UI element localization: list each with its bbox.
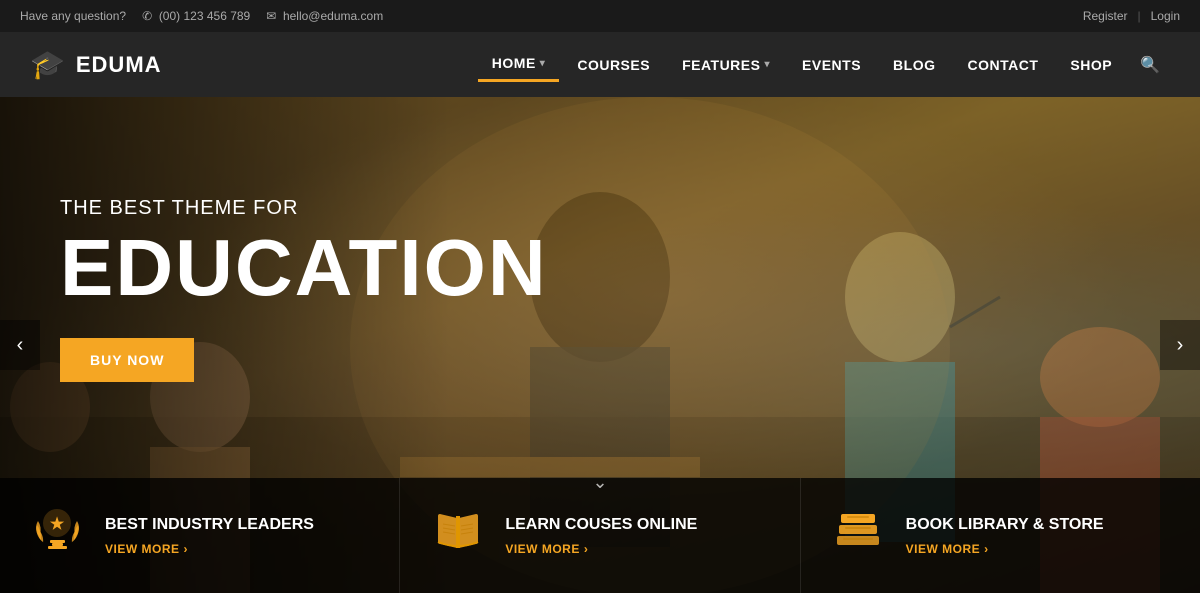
card-library-link[interactable]: VIEW MORE ›	[906, 542, 1104, 556]
main-nav: HOME ▾ COURSES FEATURES ▾ EVENTS BLOG CO…	[478, 47, 1170, 83]
hero-subtitle: THE BEST THEME FOR	[60, 197, 548, 220]
phone-number: (00) 123 456 789	[159, 9, 250, 23]
divider: |	[1138, 9, 1141, 23]
nav-item-contact[interactable]: CONTACT	[953, 49, 1052, 81]
card-industry-link[interactable]: VIEW MORE ›	[105, 542, 314, 556]
card-industry-text: BEST INDUSTRY LEADERS VIEW MORE ›	[105, 515, 314, 556]
email-icon	[266, 9, 276, 23]
card-courses-link[interactable]: VIEW MORE ›	[505, 542, 697, 556]
top-bar-left: Have any question? (00) 123 456 789 hell…	[20, 9, 383, 23]
question-label: Have any question?	[20, 9, 126, 23]
card-library[interactable]: BOOK LIBRARY & STORE VIEW MORE ›	[801, 478, 1200, 593]
search-icon[interactable]: 🔍	[1130, 47, 1170, 83]
card-courses-text: LEARN COUSES ONLINE VIEW MORE ›	[505, 515, 697, 556]
nav-item-events[interactable]: EVENTS	[788, 49, 875, 81]
library-icon	[831, 506, 886, 566]
nav-item-courses[interactable]: COURSES	[563, 49, 664, 81]
award-icon: ★	[30, 503, 85, 568]
logo-text: EDUMA	[76, 52, 162, 78]
home-chevron: ▾	[540, 58, 546, 69]
book-icon	[430, 506, 485, 566]
email-address: hello@eduma.com	[283, 9, 383, 23]
phone-icon	[142, 9, 152, 23]
register-link[interactable]: Register	[1083, 9, 1128, 23]
login-link[interactable]: Login	[1151, 9, 1180, 23]
svg-text:★: ★	[50, 516, 65, 533]
email-info: hello@eduma.com	[266, 9, 383, 23]
nav-item-features[interactable]: FEATURES ▾	[668, 49, 784, 81]
top-bar: Have any question? (00) 123 456 789 hell…	[0, 0, 1200, 32]
scroll-indicator: ⌄	[592, 472, 607, 493]
top-bar-right: Register | Login	[1083, 9, 1180, 23]
nav-item-shop[interactable]: SHOP	[1056, 49, 1126, 81]
prev-arrow[interactable]: ‹	[0, 320, 40, 370]
hero-section: THE BEST THEME FOR EDUCATION BUY NOW ‹ ›…	[0, 97, 1200, 593]
nav-item-home[interactable]: HOME ▾	[478, 47, 560, 82]
card-industry[interactable]: ★ BEST INDUSTRY LEADERS	[0, 478, 400, 593]
header: 🎓 EDUMA HOME ▾ COURSES FEATURES ▾ EVENTS…	[0, 32, 1200, 97]
bottom-cards: ★ BEST INDUSTRY LEADERS	[0, 478, 1200, 593]
hero-content: THE BEST THEME FOR EDUCATION BUY NOW	[60, 197, 548, 382]
next-arrow[interactable]: ›	[1160, 320, 1200, 370]
phone-info: (00) 123 456 789	[142, 9, 250, 23]
logo[interactable]: 🎓 EDUMA	[30, 48, 162, 81]
card-courses[interactable]: LEARN COUSES ONLINE VIEW MORE ›	[400, 478, 800, 593]
card-library-text: BOOK LIBRARY & STORE VIEW MORE ›	[906, 515, 1104, 556]
buy-now-button[interactable]: BUY NOW	[60, 338, 194, 382]
nav-item-blog[interactable]: BLOG	[879, 49, 949, 81]
features-chevron: ▾	[764, 59, 770, 70]
hero-title: EDUCATION	[60, 228, 548, 308]
graduation-cap-icon: 🎓	[30, 48, 66, 81]
